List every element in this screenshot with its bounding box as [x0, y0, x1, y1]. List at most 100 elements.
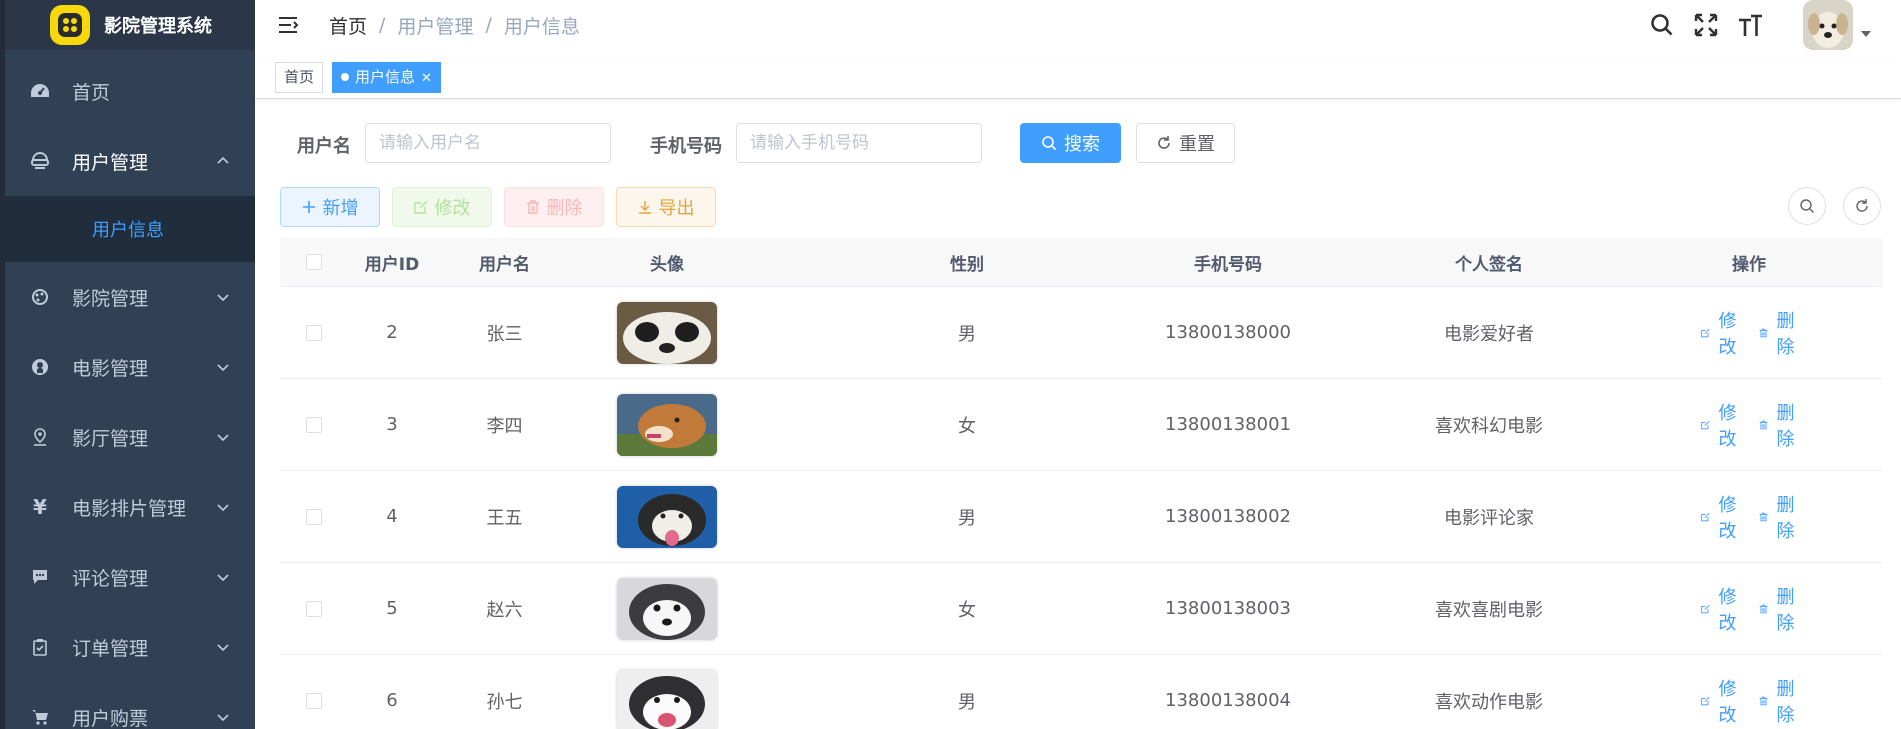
- breadcrumb-separator: /: [485, 14, 492, 36]
- sidebar-item-cinema-management[interactable]: 影院管理: [5, 262, 255, 332]
- avatar-image[interactable]: [617, 669, 717, 729]
- row-delete-button[interactable]: 删除: [1759, 583, 1797, 635]
- chevron-down-icon: [217, 434, 229, 442]
- chevron-down-icon: [217, 294, 229, 302]
- navbar: 首页 / 用户管理 / 用户信息: [255, 0, 1901, 50]
- phone-input[interactable]: [736, 123, 982, 163]
- row-checkbox[interactable]: [305, 508, 322, 525]
- row-checkbox[interactable]: [305, 692, 322, 709]
- header-operations: 操作: [1732, 254, 1766, 275]
- user-avatar[interactable]: [1803, 0, 1853, 50]
- export-button-label: 导出: [658, 198, 695, 219]
- sidebar-subitem-user-info[interactable]: 用户信息: [5, 196, 255, 262]
- logo[interactable]: 影院管理系统: [5, 0, 255, 50]
- close-icon[interactable]: ✕: [421, 71, 432, 86]
- download-icon: [638, 201, 651, 214]
- font-size-icon[interactable]: [1737, 12, 1763, 38]
- cell-username: 赵六: [486, 599, 523, 621]
- row-edit-button[interactable]: 修改: [1701, 307, 1739, 359]
- avatar-image[interactable]: [617, 393, 717, 456]
- row-edit-label: 修改: [1718, 494, 1737, 542]
- header-phone: 手机号码: [1194, 254, 1262, 275]
- row-checkbox[interactable]: [305, 600, 322, 617]
- sidebar-item-label: 订单管理: [72, 637, 149, 660]
- sidebar-item-hall-management[interactable]: 影厅管理: [5, 402, 255, 472]
- cell-signature: 喜欢科幻电影: [1435, 415, 1543, 437]
- location-icon: [30, 427, 50, 447]
- cell-operations: 修改 删除: [1694, 307, 1804, 359]
- avatar-image[interactable]: [617, 301, 717, 364]
- fullscreen-icon[interactable]: [1693, 12, 1719, 38]
- username-input[interactable]: [365, 123, 611, 163]
- sidebar-item-user-management[interactable]: 用户管理: [5, 126, 255, 196]
- cell-avatar: [572, 301, 762, 364]
- row-select-cell: [280, 692, 347, 709]
- sidebar-item-schedule-management[interactable]: ¥ 电影排片管理: [5, 472, 255, 542]
- sidebar-item-comment-management[interactable]: 评论管理: [5, 542, 255, 612]
- breadcrumb: 首页 / 用户管理 / 用户信息: [329, 12, 580, 39]
- cell-phone: 13800138004: [1165, 690, 1291, 711]
- tag-home[interactable]: 首页: [275, 62, 324, 93]
- reset-button-label: 重置: [1179, 134, 1215, 155]
- sidebar-item-label: 评论管理: [72, 567, 149, 590]
- row-delete-button[interactable]: 删除: [1759, 675, 1797, 727]
- search-icon[interactable]: [1649, 12, 1675, 38]
- avatar-dropdown-caret-icon[interactable]: [1861, 31, 1871, 37]
- avatar-image[interactable]: [617, 485, 717, 548]
- cell-phone: 13800138002: [1165, 506, 1291, 527]
- cell-signature: 喜欢动作电影: [1435, 691, 1543, 713]
- reset-button[interactable]: 重置: [1136, 123, 1235, 163]
- chevron-down-icon: [217, 364, 229, 372]
- row-delete-label: 删除: [1776, 402, 1795, 450]
- cell-gender: 男: [958, 507, 976, 529]
- delete-button[interactable]: 删除: [504, 187, 604, 227]
- cell-avatar: [572, 577, 762, 640]
- delete-icon: [1759, 696, 1768, 705]
- row-edit-button[interactable]: 修改: [1701, 399, 1739, 451]
- chevron-down-icon: [217, 644, 229, 652]
- row-delete-button[interactable]: 删除: [1759, 491, 1797, 543]
- add-button[interactable]: 新增: [280, 187, 380, 227]
- cell-signature: 电影爱好者: [1444, 323, 1534, 345]
- cart-icon: [30, 707, 50, 727]
- breadcrumb-home[interactable]: 首页: [329, 12, 367, 39]
- row-checkbox[interactable]: [305, 416, 322, 433]
- toggle-search-button[interactable]: [1788, 187, 1826, 225]
- row-select-cell: [280, 416, 347, 433]
- row-delete-button[interactable]: 删除: [1759, 399, 1797, 451]
- row-delete-button[interactable]: 删除: [1759, 307, 1797, 359]
- search-button[interactable]: 搜索: [1020, 123, 1121, 163]
- cell-username: 张三: [486, 323, 523, 345]
- row-edit-label: 修改: [1718, 586, 1737, 634]
- cell-username: 孙七: [486, 691, 523, 713]
- cell-phone: 13800138001: [1165, 414, 1291, 435]
- edit-button-label: 修改: [434, 198, 471, 219]
- row-edit-button[interactable]: 修改: [1701, 583, 1739, 635]
- avatar-image[interactable]: [617, 577, 717, 640]
- cell-phone: 13800138003: [1165, 598, 1291, 619]
- hamburger-icon[interactable]: [277, 14, 299, 36]
- search-icon: [1042, 136, 1057, 151]
- sidebar-item-ticket-purchase[interactable]: 用户购票: [5, 682, 255, 729]
- header-username: 用户名: [479, 254, 530, 275]
- sidebar-item-label: 用户管理: [72, 151, 149, 174]
- chevron-up-icon: [217, 156, 229, 164]
- delete-icon: [1759, 604, 1768, 613]
- yen-icon: ¥: [33, 495, 47, 519]
- row-edit-button[interactable]: 修改: [1701, 675, 1739, 727]
- export-button[interactable]: 导出: [616, 187, 716, 227]
- row-edit-button[interactable]: 修改: [1701, 491, 1739, 543]
- cell-gender: 男: [958, 691, 976, 713]
- sidebar-item-home[interactable]: 首页: [5, 56, 255, 126]
- tag-user-info[interactable]: 用户信息 ✕: [332, 62, 441, 93]
- sidebar-item-movie-management[interactable]: 电影管理: [5, 332, 255, 402]
- row-checkbox[interactable]: [305, 324, 322, 341]
- edit-icon: [1701, 420, 1710, 429]
- edit-icon: [1701, 696, 1710, 705]
- user-icon: [30, 151, 50, 171]
- select-all-checkbox[interactable]: [305, 254, 322, 270]
- cell-avatar: [572, 393, 762, 456]
- sidebar-item-order-management[interactable]: 订单管理: [5, 612, 255, 682]
- edit-button[interactable]: 修改: [392, 187, 492, 227]
- refresh-button[interactable]: [1843, 187, 1881, 225]
